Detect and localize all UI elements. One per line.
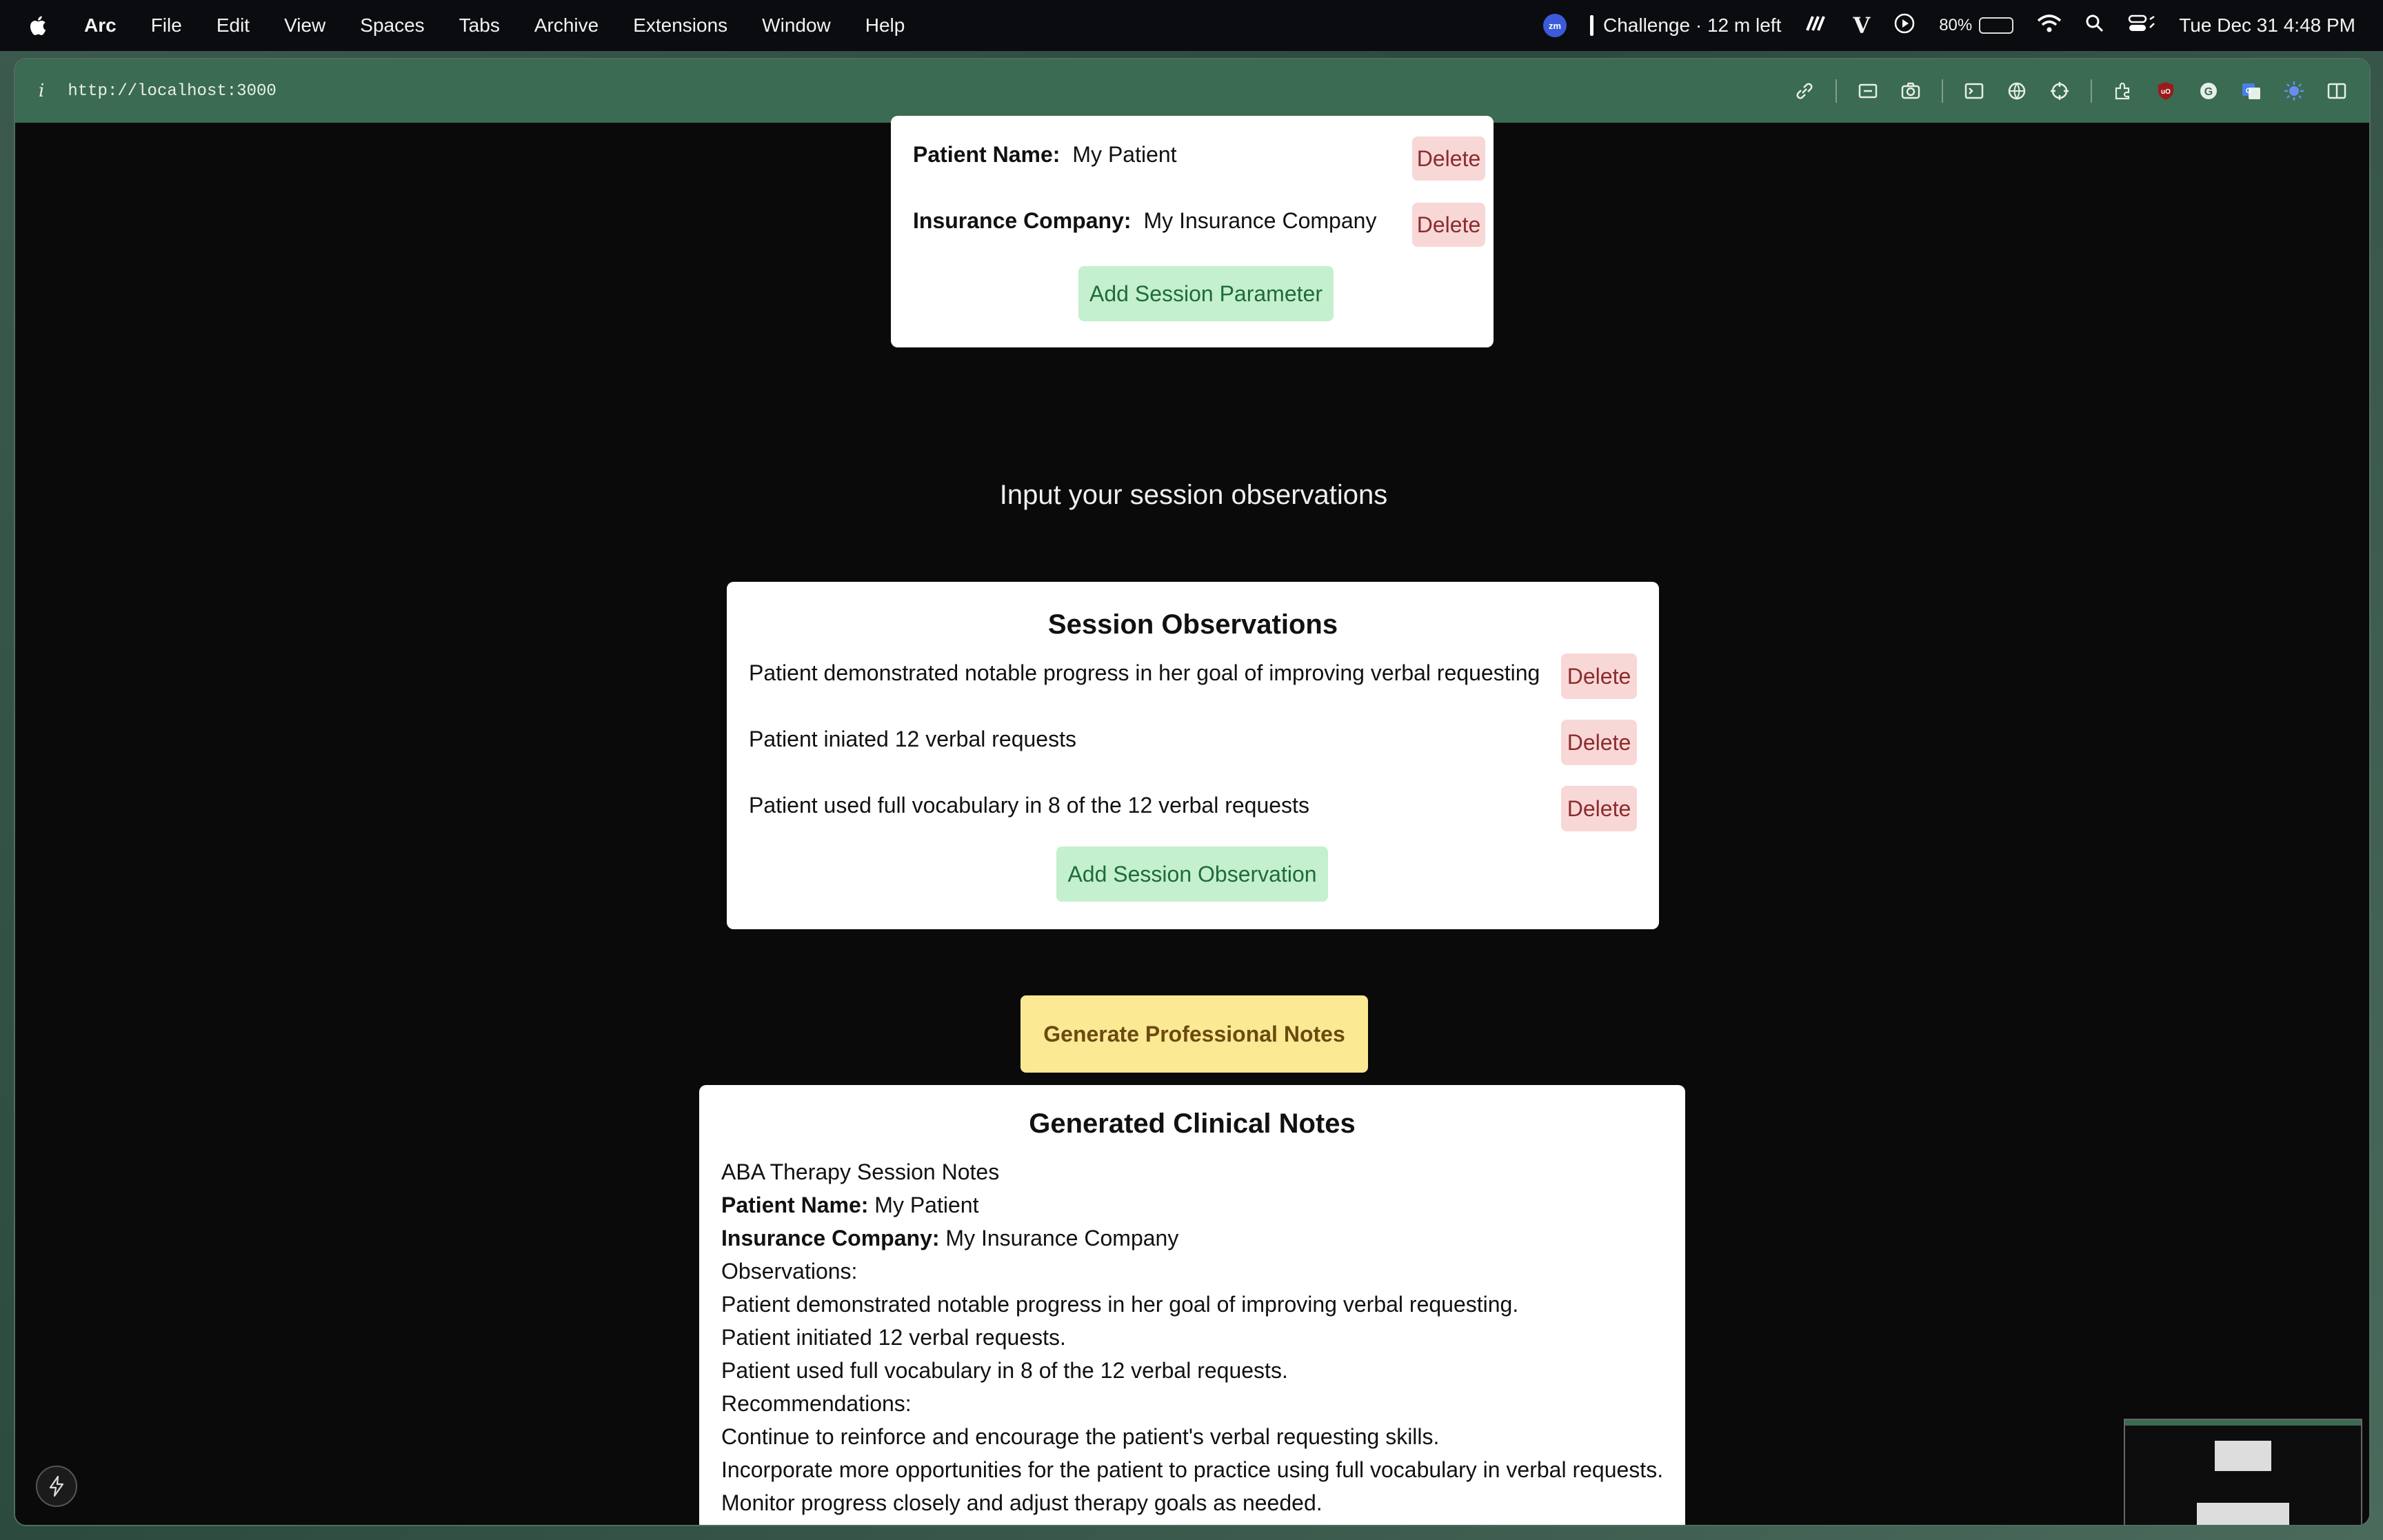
camera-icon[interactable] xyxy=(1899,79,1922,103)
delete-parameter-button[interactable]: Delete xyxy=(1412,203,1485,247)
svg-text:G: G xyxy=(2246,87,2252,95)
capture-icon[interactable] xyxy=(1856,79,1880,103)
menu-app-arc[interactable]: Arc xyxy=(84,14,117,37)
zoom-status-icon[interactable]: zm xyxy=(1543,14,1567,37)
delete-parameter-button[interactable]: Delete xyxy=(1412,136,1485,181)
notes-recommendation-item: Monitor progress closely and adjust ther… xyxy=(721,1490,1323,1515)
copy-link-icon[interactable] xyxy=(1793,79,1816,103)
challenge-label: Challenge · 12 m left xyxy=(1603,14,1782,36)
menu-archive[interactable]: Archive xyxy=(534,14,599,37)
raycast-icon[interactable] xyxy=(1804,14,1829,38)
terminal-icon[interactable] xyxy=(1962,79,1986,103)
add-session-parameter-button[interactable]: Add Session Parameter xyxy=(1078,266,1334,321)
menu-tabs[interactable]: Tabs xyxy=(459,14,500,37)
delete-observation-button[interactable]: Delete xyxy=(1561,720,1637,765)
spotlight-search-icon[interactable] xyxy=(2085,14,2104,38)
notes-recommendations-label: Recommendations: xyxy=(721,1391,912,1416)
menu-help[interactable]: Help xyxy=(865,14,905,37)
wifi-icon[interactable] xyxy=(2037,14,2062,38)
session-observations-card: Session Observations Patient demonstrate… xyxy=(727,582,1659,929)
notes-patient-label: Patient Name: xyxy=(721,1193,869,1217)
clock-datetime[interactable]: Tue Dec 31 4:48 PM xyxy=(2179,14,2355,37)
battery-status[interactable]: 80% xyxy=(1939,16,2014,35)
notes-patient-line: Patient Name: My Patient xyxy=(721,1193,978,1218)
site-info-icon[interactable]: i xyxy=(39,81,44,101)
globe-icon[interactable] xyxy=(2005,79,2029,103)
notes-insurance-label: Insurance Company: xyxy=(721,1226,940,1250)
parameter-label: Insurance Company: xyxy=(913,208,1132,233)
observations-prompt: Input your session observations xyxy=(999,480,1388,510)
page-minimap[interactable] xyxy=(2124,1419,2362,1525)
notes-observation-item: Patient demonstrated notable progress in… xyxy=(721,1292,1519,1317)
toolbar-divider xyxy=(1836,79,1837,103)
notes-observations-label: Observations: xyxy=(721,1259,858,1284)
generate-notes-button[interactable]: Generate Professional Notes xyxy=(1020,995,1368,1073)
notes-insurance-line: Insurance Company: My Insurance Company xyxy=(721,1226,1178,1251)
generated-notes-card: Generated Clinical Notes ABA Therapy Ses… xyxy=(699,1085,1685,1525)
notes-observation-item: Patient initiated 12 verbal requests. xyxy=(721,1325,1066,1350)
play-circle-icon[interactable] xyxy=(1893,12,1916,39)
menu-extensions[interactable]: Extensions xyxy=(633,14,727,37)
observation-text: Patient iniated 12 verbal requests xyxy=(749,727,1076,751)
grammarly-icon[interactable]: G xyxy=(2197,79,2220,103)
notes-title: Generated Clinical Notes xyxy=(1029,1108,1356,1139)
observation-text: Patient demonstrated notable progress in… xyxy=(749,660,1540,685)
browser-toolbar: i http://localhost:3000 uO G G xyxy=(15,59,2369,123)
challenge-status[interactable]: Challenge · 12 m left xyxy=(1590,14,1781,37)
notes-patient-value: My Patient xyxy=(868,1193,979,1217)
svg-text:uO: uO xyxy=(2161,88,2171,96)
notes-recommendation-item: Incorporate more opportunities for the p… xyxy=(721,1457,1664,1482)
parameter-value: My Insurance Company xyxy=(1143,208,1377,233)
session-parameters-card: Patient Name: My Patient Delete Insuranc… xyxy=(891,116,1494,347)
toolbar-divider xyxy=(1942,79,1943,103)
crosshair-icon[interactable] xyxy=(2048,79,2071,103)
control-center-icon[interactable] xyxy=(2128,14,2155,38)
notes-insurance-value: My Insurance Company xyxy=(939,1226,1179,1250)
apple-logo-icon[interactable] xyxy=(28,14,48,37)
url-field[interactable]: http://localhost:3000 xyxy=(68,82,276,101)
battery-icon xyxy=(1979,17,2014,34)
parameter-row: Patient Name: My Patient xyxy=(913,142,1177,168)
svg-text:G: G xyxy=(2204,86,2213,98)
vectorworks-icon[interactable]: V xyxy=(1853,12,1870,39)
notes-observation-item: Patient used full vocabulary in 8 of the… xyxy=(721,1358,1288,1383)
delete-observation-button[interactable]: Delete xyxy=(1561,654,1637,699)
translate-icon[interactable]: G xyxy=(2240,79,2263,103)
split-view-icon[interactable] xyxy=(2325,79,2349,103)
challenge-bar-icon xyxy=(1590,15,1593,36)
parameter-label: Patient Name: xyxy=(913,142,1060,167)
browser-window: i http://localhost:3000 uO G G Patient N… xyxy=(14,58,2371,1526)
extensions-icon[interactable] xyxy=(2111,79,2135,103)
menu-view[interactable]: View xyxy=(284,14,325,37)
observations-title: Session Observations xyxy=(1047,609,1338,640)
toolbar-divider xyxy=(2091,79,2092,103)
menu-file[interactable]: File xyxy=(151,14,182,37)
parameter-value: My Patient xyxy=(1072,142,1177,167)
sun-settings-icon[interactable] xyxy=(2282,79,2306,103)
parameter-row: Insurance Company: My Insurance Company xyxy=(913,208,1376,234)
bolt-icon[interactable] xyxy=(36,1466,77,1507)
menu-window[interactable]: Window xyxy=(762,14,831,37)
macos-menu-bar: Arc File Edit View Spaces Tabs Archive E… xyxy=(0,0,2383,51)
page-content: Patient Name: My Patient Delete Insuranc… xyxy=(15,116,2369,1525)
toolbar-tools: uO G G xyxy=(1793,59,2349,123)
menu-spaces[interactable]: Spaces xyxy=(360,14,424,37)
delete-observation-button[interactable]: Delete xyxy=(1561,786,1637,831)
menu-edit[interactable]: Edit xyxy=(217,14,250,37)
add-session-observation-button[interactable]: Add Session Observation xyxy=(1056,847,1328,902)
notes-heading: ABA Therapy Session Notes xyxy=(721,1159,1000,1184)
notes-recommendation-item: Continue to reinforce and encourage the … xyxy=(721,1424,1440,1449)
battery-percent: 80% xyxy=(1939,16,1973,34)
observation-text: Patient used full vocabulary in 8 of the… xyxy=(749,793,1309,818)
ublock-icon[interactable]: uO xyxy=(2154,79,2178,103)
